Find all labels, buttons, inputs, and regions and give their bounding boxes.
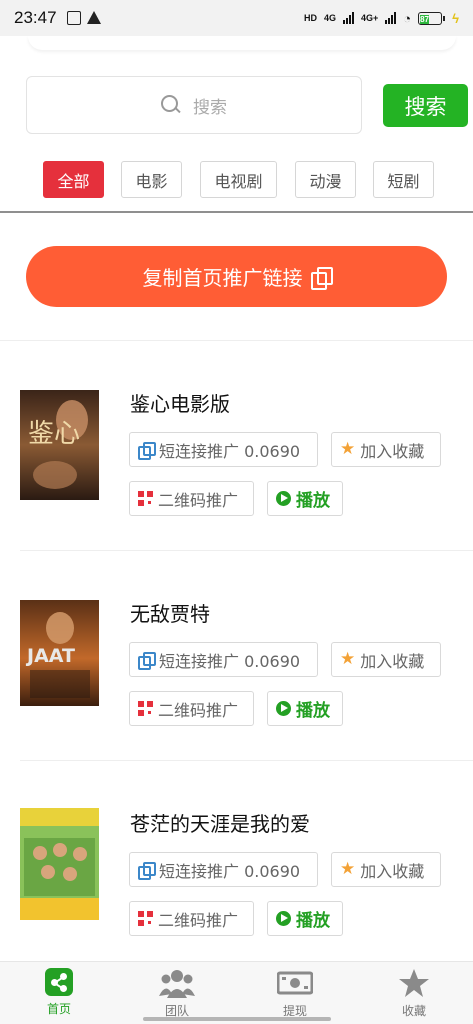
warning-icon bbox=[86, 11, 101, 24]
nav-favorites-label: 收藏 bbox=[401, 1004, 426, 1018]
short-link-promo-button[interactable]: 短连接推广 0.0690 bbox=[129, 432, 318, 467]
star-icon: ★ bbox=[340, 439, 356, 459]
qr-code-icon bbox=[138, 701, 153, 716]
status-right-icons: HD 4G 4G+ ◔ 87 ϟ bbox=[304, 11, 459, 26]
battery-level: 87 bbox=[420, 14, 430, 24]
short-link-label: 短连接推广 0.0690 bbox=[159, 651, 301, 671]
battery-icon: 87 bbox=[418, 11, 446, 25]
bottom-navigation: 首页 团队 提现 收藏 bbox=[0, 961, 473, 1024]
qr-promo-button[interactable]: 二维码推广 bbox=[129, 481, 254, 516]
search-input[interactable]: 搜索 bbox=[26, 76, 362, 134]
movie-poster[interactable] bbox=[20, 808, 99, 920]
add-favorite-button[interactable]: ★ 加入收藏 bbox=[331, 432, 441, 467]
qr-code-icon bbox=[138, 491, 153, 506]
nav-home-label: 首页 bbox=[46, 1002, 71, 1016]
poster-title-text: 鉴心 bbox=[28, 419, 80, 449]
tab-all[interactable]: 全部 bbox=[43, 161, 104, 198]
play-button[interactable]: 播放 bbox=[267, 901, 343, 936]
tab-short-drama[interactable]: 短剧 bbox=[373, 161, 434, 198]
play-button[interactable]: 播放 bbox=[267, 481, 343, 516]
nav-team[interactable]: 团队 bbox=[137, 968, 217, 1019]
short-link-promo-button[interactable]: 短连接推广 0.0690 bbox=[129, 852, 318, 887]
search-button[interactable]: 搜索 bbox=[383, 84, 468, 127]
play-label: 播放 bbox=[296, 491, 330, 511]
tab-tv-series[interactable]: 电视剧 bbox=[200, 161, 277, 198]
movie-title: 苍茫的天涯是我的爱 bbox=[130, 812, 310, 836]
qr-label: 二维码推广 bbox=[158, 490, 239, 510]
add-favorite-button[interactable]: ★ 加入收藏 bbox=[331, 852, 441, 887]
link-icon bbox=[138, 651, 156, 670]
qr-label: 二维码推广 bbox=[158, 700, 239, 720]
star-icon: ★ bbox=[340, 649, 356, 669]
copy-home-link-button[interactable]: 复制首页推广链接 bbox=[26, 246, 447, 307]
tab-movies[interactable]: 电影 bbox=[121, 161, 182, 198]
play-label: 播放 bbox=[296, 911, 330, 931]
movie-title: 无敌贾特 bbox=[130, 602, 210, 626]
app-notification-icon bbox=[66, 11, 81, 25]
add-favorite-button[interactable]: ★ 加入收藏 bbox=[331, 642, 441, 677]
play-icon bbox=[276, 911, 291, 926]
link-icon bbox=[138, 441, 156, 460]
signal-icon-2 bbox=[385, 12, 397, 24]
movie-item: 苍茫的天涯是我的爱 短连接推广 0.0690 ★ 加入收藏 二维码推广 播放 bbox=[0, 760, 473, 970]
star-icon: ★ bbox=[340, 859, 356, 879]
hd-label: HD bbox=[303, 13, 317, 23]
cash-icon bbox=[277, 971, 313, 995]
nav-favorites[interactable]: 收藏 bbox=[374, 968, 454, 1019]
status-time: 23:47 bbox=[14, 8, 57, 27]
qr-promo-button[interactable]: 二维码推广 bbox=[129, 901, 254, 936]
short-link-promo-button[interactable]: 短连接推广 0.0690 bbox=[129, 642, 318, 677]
movie-poster[interactable]: 鉴心 bbox=[20, 390, 99, 500]
network-4g-plus-label: 4G+ bbox=[360, 13, 379, 23]
play-label: 播放 bbox=[296, 701, 330, 721]
favorite-label: 加入收藏 bbox=[360, 651, 425, 671]
nav-withdraw[interactable]: 提现 bbox=[255, 968, 335, 1019]
movie-item: 鉴心 鉴心电影版 短连接推广 0.0690 ★ 加入收藏 二维码推广 播放 bbox=[0, 340, 473, 550]
favorite-label: 加入收藏 bbox=[360, 441, 425, 461]
status-notification-icons bbox=[66, 11, 101, 25]
qr-promo-button[interactable]: 二维码推广 bbox=[129, 691, 254, 726]
movie-title: 鉴心电影版 bbox=[130, 392, 230, 416]
header-divider bbox=[0, 211, 473, 213]
qr-code-icon bbox=[138, 911, 153, 926]
poster-title-text: JAAT bbox=[25, 645, 75, 667]
search-placeholder: 搜索 bbox=[193, 97, 227, 118]
movie-item: JAAT 无敌贾特 短连接推广 0.0690 ★ 加入收藏 二维码推广 播放 bbox=[0, 550, 473, 760]
share-icon bbox=[45, 968, 73, 996]
charging-icon: ϟ bbox=[452, 10, 459, 26]
status-bar: 23:47 HD 4G 4G+ ◔ 87 ϟ bbox=[0, 0, 473, 36]
app-screen: 23:47 HD 4G 4G+ ◔ 87 ϟ 搜索 搜索 全部 电影 电视剧 动 bbox=[0, 0, 473, 1024]
play-icon bbox=[276, 701, 291, 716]
qr-label: 二维码推广 bbox=[158, 910, 239, 930]
copy-icon bbox=[310, 266, 333, 290]
team-icon bbox=[159, 970, 195, 998]
short-link-label: 短连接推广 0.0690 bbox=[159, 861, 301, 881]
signal-icon bbox=[342, 12, 354, 24]
top-card-edge bbox=[28, 36, 456, 50]
favorite-label: 加入收藏 bbox=[360, 861, 425, 881]
nav-home[interactable]: 首页 bbox=[19, 968, 99, 1017]
star-icon bbox=[399, 969, 429, 997]
gesture-bar bbox=[143, 1017, 331, 1021]
copy-home-label: 复制首页推广链接 bbox=[142, 266, 303, 290]
network-4g-label: 4G bbox=[323, 13, 336, 23]
tab-anime[interactable]: 动漫 bbox=[295, 161, 356, 198]
movie-poster[interactable]: JAAT bbox=[20, 600, 99, 706]
wifi-icon: ◔ bbox=[403, 10, 412, 26]
search-icon bbox=[161, 95, 181, 115]
play-icon bbox=[276, 491, 291, 506]
link-icon bbox=[138, 861, 156, 880]
play-button[interactable]: 播放 bbox=[267, 691, 343, 726]
short-link-label: 短连接推广 0.0690 bbox=[159, 441, 301, 461]
